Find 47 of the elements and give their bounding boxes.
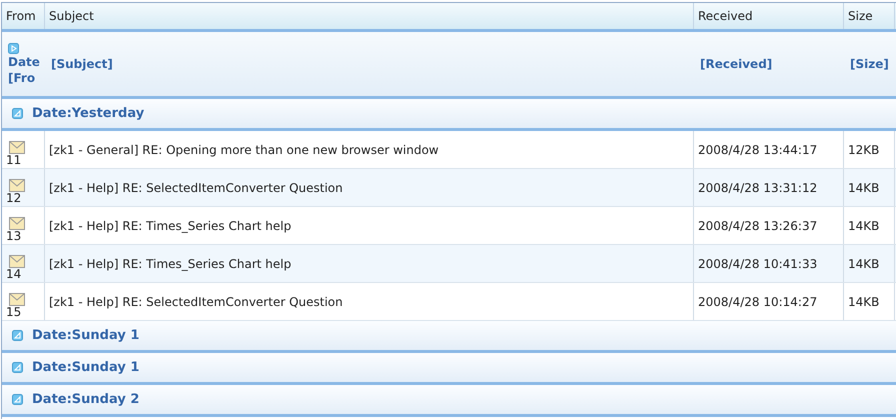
- message-number: 11: [6, 154, 22, 167]
- received-cell: 2008/4/28 13:31:12: [694, 169, 844, 206]
- envelope-icon: [9, 179, 25, 192]
- group-header[interactable]: Date:Sunday 1: [2, 321, 896, 353]
- received-cell: 2008/4/28 10:14:27: [694, 283, 844, 320]
- column-header[interactable]: Received: [694, 3, 844, 29]
- group-summary-text: Date: [8, 54, 41, 70]
- envelope-icon: [9, 217, 25, 230]
- received-cell: 2008/4/28 13:44:17: [694, 131, 844, 168]
- subject-cell[interactable]: [zk1 - Help] RE: Times_Series Chart help: [45, 207, 694, 244]
- received-cell: 2008/4/28 10:41:33: [694, 245, 844, 282]
- group-label: Date:Sunday 1: [32, 360, 140, 375]
- group-header[interactable]: Date:Yesterday: [2, 99, 896, 131]
- expand-icon[interactable]: [8, 42, 19, 54]
- group-summary-text: [Subject]: [51, 57, 113, 71]
- collapse-icon[interactable]: [12, 330, 23, 341]
- group-header[interactable]: Date:Sunday 2: [2, 385, 896, 417]
- received-cell: 2008/4/28 13:26:37: [694, 207, 844, 244]
- group-summary-text: [Fro: [8, 70, 36, 86]
- collapse-icon[interactable]: [12, 362, 23, 373]
- group-summary-text: [Size]: [850, 57, 889, 71]
- envelope-icon: [9, 141, 25, 154]
- subject-cell[interactable]: [zk1 - Help] RE: SelectedItemConverter Question: [45, 283, 694, 320]
- collapse-icon[interactable]: [12, 394, 23, 405]
- subject-cell[interactable]: [zk1 - General] RE: Opening more than one new browser window: [45, 131, 694, 168]
- column-header[interactable]: Subject: [45, 3, 694, 29]
- size-cell: 14KB: [844, 283, 895, 320]
- message-number: 13: [6, 230, 22, 243]
- collapse-icon[interactable]: [12, 108, 23, 119]
- message-number: 14: [6, 268, 22, 281]
- group-label: Date:Sunday 2: [32, 392, 140, 407]
- group-header[interactable]: Date:Sunday 1: [2, 353, 896, 385]
- group-summary-text: [Received]: [700, 57, 772, 71]
- column-header[interactable]: From: [2, 3, 45, 29]
- size-cell: 12KB: [844, 131, 895, 168]
- envelope-icon: [9, 293, 25, 306]
- subject-cell[interactable]: [zk1 - Help] RE: SelectedItemConverter Question: [45, 169, 694, 206]
- group-label: Date:Sunday 1: [32, 328, 140, 343]
- envelope-icon: [9, 255, 25, 268]
- message-number: 15: [6, 306, 22, 319]
- size-cell: 14KB: [844, 245, 895, 282]
- column-header[interactable]: Size: [844, 3, 895, 29]
- subject-cell[interactable]: [zk1 - Help] RE: Times_Series Chart help: [45, 245, 694, 282]
- size-cell: 14KB: [844, 169, 895, 206]
- message-number: 12: [6, 192, 22, 205]
- group-label: Date:Yesterday: [32, 106, 144, 121]
- size-cell: 14KB: [844, 207, 895, 244]
